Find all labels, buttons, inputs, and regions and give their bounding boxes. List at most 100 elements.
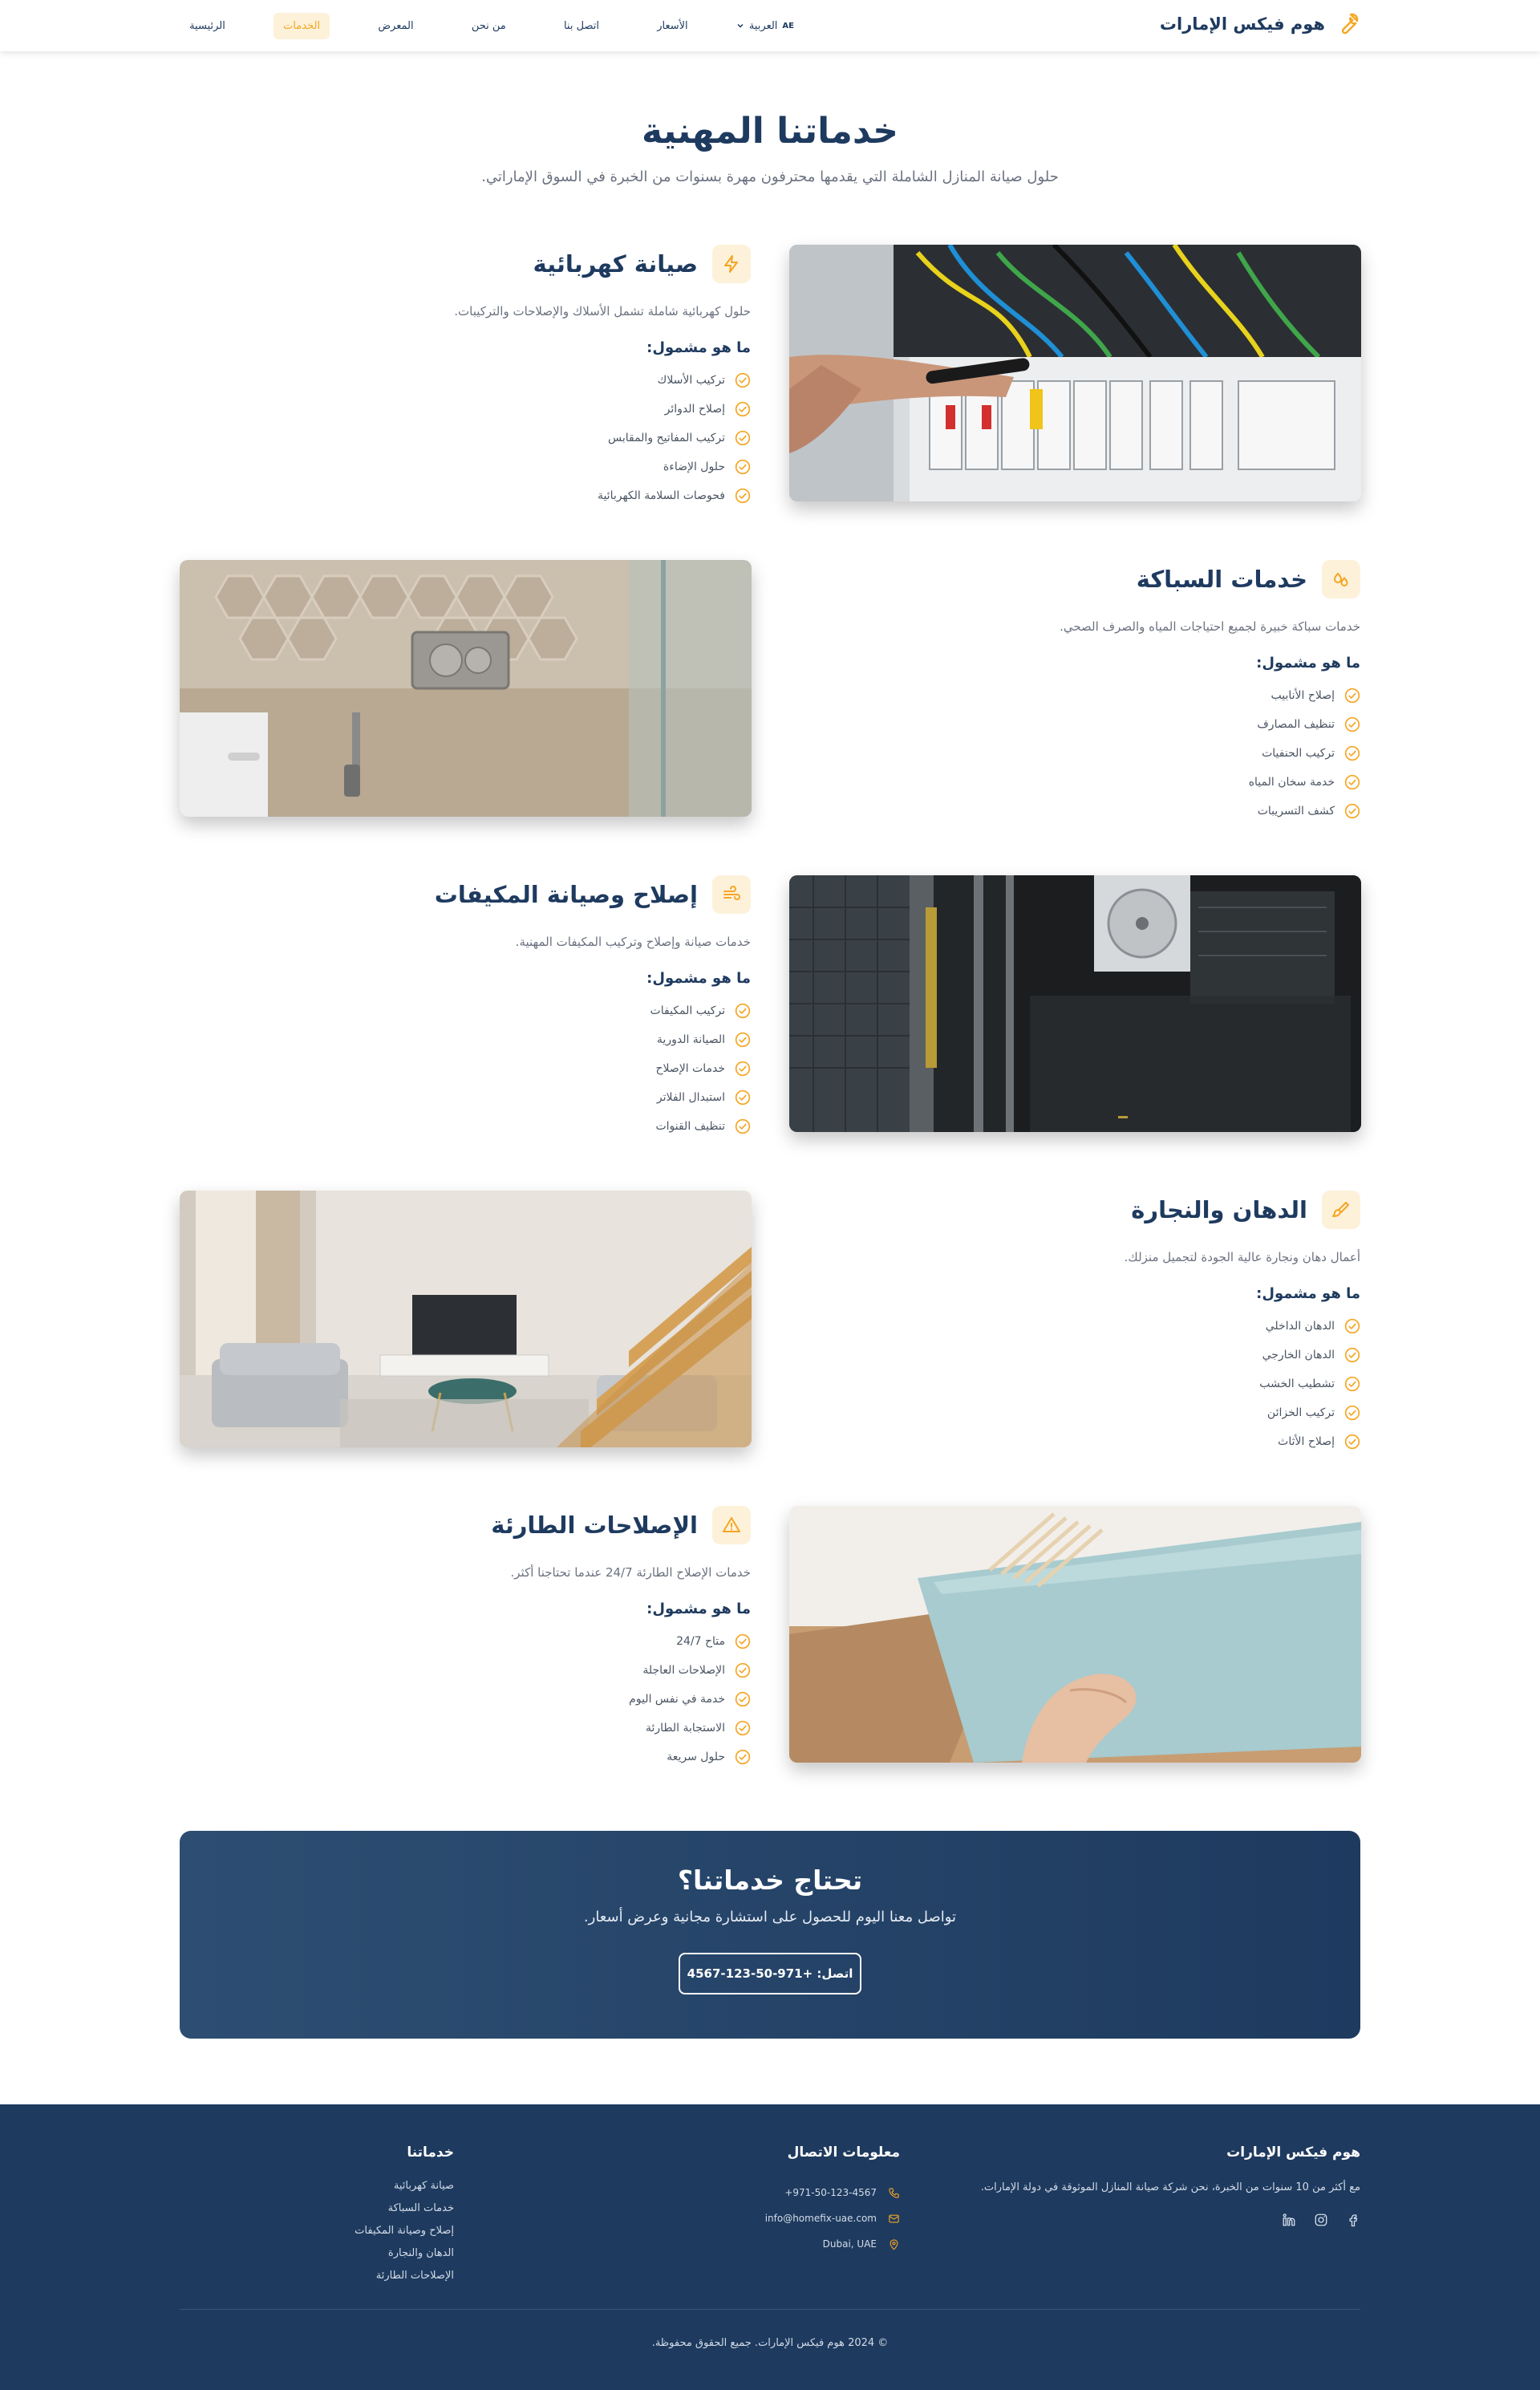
check-circle-icon <box>735 1720 751 1736</box>
page-subtitle: حلول صيانة المنازل الشاملة التي يقدمها م… <box>481 168 1059 185</box>
nav-about[interactable]: من نحن <box>462 13 516 39</box>
electrical-image <box>789 245 1361 501</box>
service-icon-badge <box>712 245 751 283</box>
list-item: تشطيب الخشب <box>788 1369 1360 1398</box>
cta-title: تحتاج خدماتنا؟ <box>677 1865 863 1896</box>
nav-gallery[interactable]: المعرض <box>368 13 423 39</box>
brand[interactable]: هوم فيكس الإمارات <box>1160 11 1360 37</box>
includes-list: متاح 24/7 الإصلاحات العاجلة خدمة في نفس … <box>179 1627 751 1771</box>
location-text: Dubai, UAE <box>822 2238 877 2250</box>
ac-image <box>789 875 1361 1132</box>
service-title: الدهان والنجارة <box>1131 1196 1307 1223</box>
warning-icon <box>723 1517 740 1532</box>
check-circle-icon <box>735 1662 751 1678</box>
chevron-down-icon <box>737 23 744 28</box>
check-circle-icon <box>735 1633 751 1649</box>
footer-about-text: مع أكثر من 10 سنوات من الخبرة، نحن شركة … <box>980 2181 1360 2193</box>
check-circle-icon <box>735 430 751 446</box>
footer-brand: هوم فيكس الإمارات <box>1226 2145 1360 2161</box>
check-circle-icon <box>735 1749 751 1765</box>
footer-contact: معلومات الاتصال +971-50-123-4567 info@ho… <box>659 2145 900 2257</box>
footer-link-plumbing[interactable]: خدمات السباكة <box>294 2202 454 2225</box>
list-item: تركيب الحنفيات <box>788 739 1360 768</box>
list-item: الدهان الداخلي <box>788 1312 1360 1341</box>
list-item: الإصلاحات العاجلة <box>179 1656 751 1685</box>
page-title: خدماتنا المهنية <box>642 111 898 152</box>
wrench-icon <box>1341 13 1359 34</box>
phone-icon <box>889 2187 899 2198</box>
phone-text: +971-50-123-4567 <box>784 2187 877 2198</box>
list-item: كشف التسريبات <box>788 797 1360 826</box>
nav-contact[interactable]: اتصل بنا <box>554 13 609 39</box>
nav-home[interactable]: الرئيسية <box>180 13 235 39</box>
check-circle-icon <box>1344 716 1360 732</box>
emergency-service: الإصلاحات الطارئة خدمات الإصلاح الطارئة … <box>179 1506 751 1771</box>
service-description: أعمال دهان ونجارة عالية الجودة لتجميل من… <box>1124 1250 1360 1264</box>
language-code: AE <box>782 21 794 30</box>
list-item: فحوصات السلامة الكهربائية <box>179 481 751 510</box>
list-item: إصلاح الأنابيب <box>788 681 1360 710</box>
service-icon-badge <box>1322 560 1360 599</box>
check-circle-icon <box>1344 745 1360 761</box>
facebook-icon[interactable] <box>1346 2213 1360 2227</box>
social-links <box>911 2213 1360 2227</box>
footer-link-electrical[interactable]: صيانة كهربائية <box>294 2180 454 2202</box>
check-circle-icon <box>735 1032 751 1048</box>
service-title: إصلاح وصيانة المكيفات <box>434 881 698 908</box>
plumbing-service: خدمات السباكة خدمات سباكة خبيرة لجميع اح… <box>788 560 1360 826</box>
footer: هوم فيكس الإمارات مع أكثر من 10 سنوات من… <box>0 2104 1540 2390</box>
list-item: حلول الإضاءة <box>179 452 751 481</box>
check-circle-icon <box>735 1061 751 1077</box>
electrical-service: صيانة كهربائية حلول كهربائية شاملة تشمل … <box>179 245 751 510</box>
check-circle-icon <box>735 1691 751 1707</box>
check-circle-icon <box>735 401 751 417</box>
instagram-icon[interactable] <box>1314 2213 1328 2227</box>
footer-services: خدماتنا صيانة كهربائية خدمات السباكة إصل… <box>294 2145 454 2292</box>
language-selector[interactable]: AE العربية <box>736 20 794 32</box>
contact-email[interactable]: info@homefix-uae.com <box>659 2205 900 2231</box>
nav-pricing[interactable]: الأسعار <box>647 13 697 39</box>
check-circle-icon <box>1344 803 1360 819</box>
linkedin-icon[interactable] <box>1282 2213 1296 2227</box>
map-pin-icon <box>890 2238 898 2250</box>
brand-name: هوم فيكس الإمارات <box>1159 14 1325 34</box>
mail-icon <box>889 2214 899 2222</box>
includes-list: الدهان الداخلي الدهان الخارجي تشطيب الخش… <box>788 1312 1360 1456</box>
includes-heading: ما هو مشمول: <box>646 339 751 356</box>
list-item: استبدال الفلاتر <box>179 1083 751 1112</box>
main-menu: الرئيسية الخدمات المعرض من نحن اتصل بنا … <box>180 11 794 40</box>
contact-phone[interactable]: +971-50-123-4567 <box>659 2180 900 2205</box>
includes-heading: ما هو مشمول: <box>646 1601 751 1617</box>
list-item: تنظيف المصارف <box>788 710 1360 739</box>
footer-divider <box>180 2309 1360 2310</box>
service-icon-badge <box>712 875 751 914</box>
wind-icon <box>723 886 740 900</box>
check-circle-icon <box>1344 1434 1360 1450</box>
check-circle-icon <box>1344 774 1360 790</box>
nav-services[interactable]: الخدمات <box>274 12 330 39</box>
service-description: حلول كهربائية شاملة تشمل الأسلاك والإصلا… <box>454 304 751 319</box>
includes-list: تركيب الأسلاك إصلاح الدوائر تركيب المفات… <box>179 366 751 510</box>
footer-link-painting[interactable]: الدهان والنجارة <box>294 2247 454 2270</box>
includes-list: إصلاح الأنابيب تنظيف المصارف تركيب الحنف… <box>788 681 1360 826</box>
footer-link-ac[interactable]: إصلاح وصيانة المكيفات <box>294 2225 454 2247</box>
footer-link-emergency[interactable]: الإصلاحات الطارئة <box>294 2270 454 2292</box>
service-description: خدمات الإصلاح الطارئة 24/7 عندما تحتاجنا… <box>510 1565 752 1580</box>
check-circle-icon <box>735 1089 751 1106</box>
emergency-image <box>789 1506 1361 1763</box>
email-text: info@homefix-uae.com <box>764 2213 877 2224</box>
includes-heading: ما هو مشمول: <box>1256 655 1360 672</box>
footer-services-title: خدماتنا <box>407 2145 454 2161</box>
list-item: متاح 24/7 <box>179 1627 751 1656</box>
service-title: الإصلاحات الطارئة <box>491 1512 698 1539</box>
list-item: تركيب الخزائن <box>788 1398 1360 1427</box>
call-button[interactable]: اتصل: +971-50-123-4567 <box>679 1953 861 1994</box>
includes-heading: ما هو مشمول: <box>646 970 751 987</box>
list-item: خدمة سخان المياه <box>788 768 1360 797</box>
service-description: خدمات صيانة وإصلاح وتركيب المكيفات المهن… <box>515 935 751 949</box>
list-item: تركيب المفاتيح والمقابس <box>179 424 751 452</box>
check-circle-icon <box>735 372 751 388</box>
service-icon-badge <box>712 1506 751 1544</box>
check-circle-icon <box>735 1118 751 1134</box>
language-label: العربية <box>748 19 778 32</box>
